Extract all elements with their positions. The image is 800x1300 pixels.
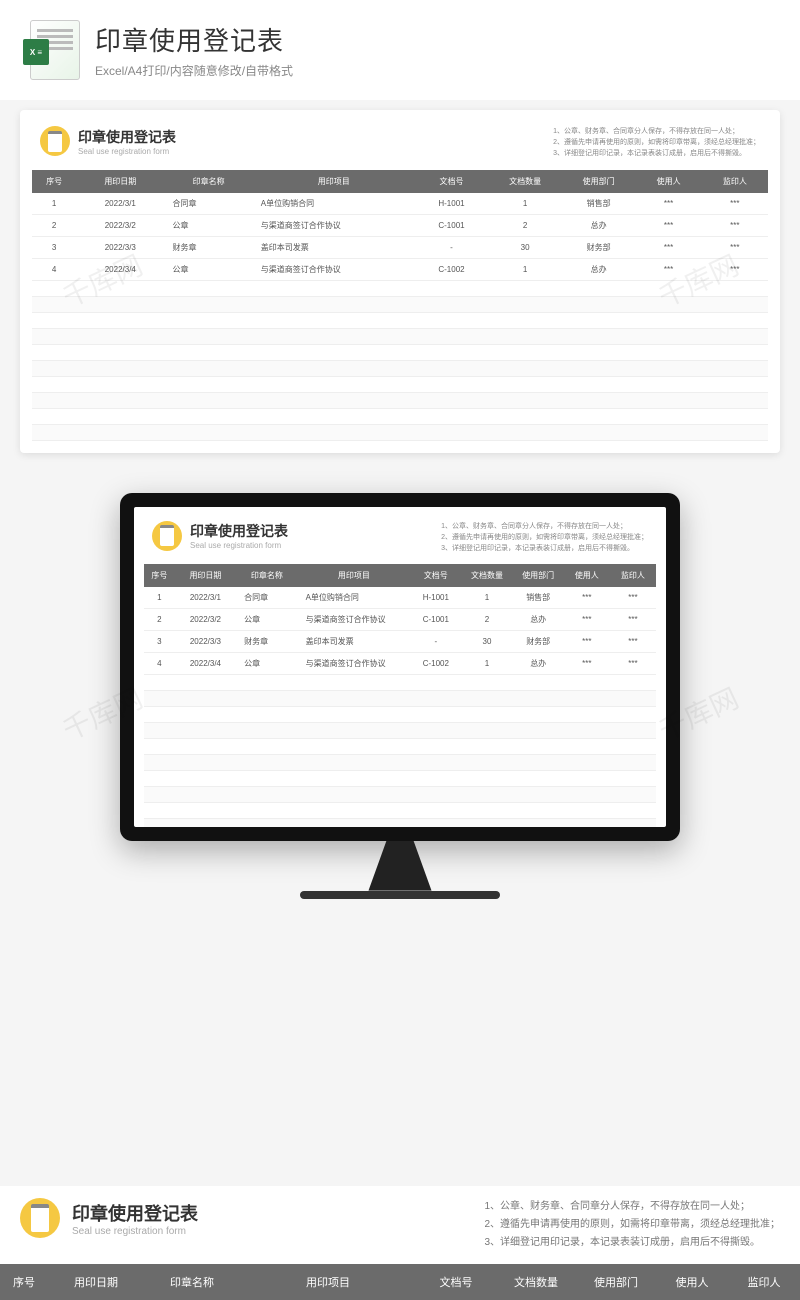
monitor-bezel: 印章使用登记表 Seal use registration form 1、公章、… bbox=[120, 493, 680, 841]
table-row-empty bbox=[144, 803, 656, 819]
table-row-empty bbox=[32, 376, 768, 392]
table-row: 42022/3/4公章与渠道商签订合作协议C-10021总办****** bbox=[32, 258, 768, 280]
table-row-empty bbox=[32, 424, 768, 440]
excel-badge-icon: X ≡ bbox=[23, 39, 49, 65]
table-row-empty bbox=[144, 787, 656, 803]
doc-title: 印章使用登记表 bbox=[78, 127, 176, 147]
doc-header: 印章使用登记表 Seal use registration form 1、公章、… bbox=[32, 122, 768, 170]
table-row-empty bbox=[144, 771, 656, 787]
table-row-empty bbox=[32, 328, 768, 344]
table-row-empty bbox=[32, 408, 768, 424]
strip-title: 印章使用登记表 bbox=[72, 1200, 198, 1226]
table-row: 32022/3/3财务章盖印本司发票-30财务部****** bbox=[32, 236, 768, 258]
doc-subtitle: Seal use registration form bbox=[78, 147, 176, 156]
table-row: 22022/3/2公章与渠道商签订合作协议C-10012总办****** bbox=[144, 609, 656, 631]
table-row-empty bbox=[32, 296, 768, 312]
bottom-strip: 印章使用登记表 Seal use registration form 1、公章、… bbox=[0, 1186, 800, 1300]
table-row-empty bbox=[144, 723, 656, 739]
strip-subtitle: Seal use registration form bbox=[72, 1226, 198, 1237]
table-row: 42022/3/4公章与渠道商签订合作协议C-10021总办****** bbox=[144, 653, 656, 675]
table-body-1: 12022/3/1合同章A单位购销合同H-10011销售部******22022… bbox=[32, 193, 768, 441]
doc-notes: 1、公章、财务章、合同章分人保存，不得存放在同一人处； 2、遵循先申请再使用的原… bbox=[441, 521, 648, 555]
excel-file-icon: X ≡ bbox=[30, 20, 80, 80]
banner-text: 印章使用登记表 Excel/A4打印/内容随意修改/自带格式 bbox=[95, 21, 770, 79]
table-row: 32022/3/3财务章盖印本司发票-30财务部****** bbox=[144, 631, 656, 653]
clipboard-icon bbox=[20, 1198, 60, 1238]
table-row-empty bbox=[32, 312, 768, 328]
table-row-empty bbox=[32, 344, 768, 360]
clipboard-icon bbox=[152, 521, 182, 551]
seal-table: 序号 用印日期 印章名称 用印项目 文档号 文档数量 使用部门 使用人 监印人 … bbox=[32, 170, 768, 441]
strip-notes: 1、公章、财务章、合同章分人保存，不得存放在同一人处； 2、遵循先申请再使用的原… bbox=[484, 1198, 780, 1252]
table-row-empty bbox=[144, 739, 656, 755]
table-row-empty bbox=[144, 691, 656, 707]
table-row-empty bbox=[32, 360, 768, 376]
doc-title: 印章使用登记表 bbox=[190, 521, 288, 541]
note-line: 2、遵循先申请再使用的原则，如需将印章带离，须经总经理批准； bbox=[553, 137, 760, 148]
col-doc: 文档号 bbox=[415, 170, 489, 193]
monitor-mockup: 印章使用登记表 Seal use registration form 1、公章、… bbox=[120, 493, 680, 899]
table-header-row: 序号 用印日期 印章名称 用印项目 文档号 文档数量 使用部门 使用人 监印人 bbox=[32, 170, 768, 193]
banner-title: 印章使用登记表 bbox=[95, 21, 770, 58]
monitor-base bbox=[300, 891, 500, 899]
col-seq: 序号 bbox=[32, 170, 76, 193]
preview-card-flat: 印章使用登记表 Seal use registration form 1、公章、… bbox=[20, 110, 780, 453]
top-banner: X ≡ 印章使用登记表 Excel/A4打印/内容随意修改/自带格式 bbox=[0, 0, 800, 100]
doc-subtitle: Seal use registration form bbox=[190, 541, 288, 550]
table-row-empty bbox=[144, 707, 656, 723]
monitor-stand bbox=[355, 841, 445, 891]
table-row-empty bbox=[144, 755, 656, 771]
note-line: 3、详细登记用印记录，本记录表装订成册，启用后不得撕毁。 bbox=[553, 148, 760, 159]
col-sup: 监印人 bbox=[702, 170, 768, 193]
table-row-empty bbox=[144, 819, 656, 827]
seal-table-monitor: 序号 用印日期 印章名称 用印项目 文档号 文档数量 使用部门 使用人 监印人 … bbox=[144, 564, 656, 826]
note-line: 1、公章、财务章、合同章分人保存，不得存放在同一人处； bbox=[553, 126, 760, 137]
doc-notes: 1、公章、财务章、合同章分人保存，不得存放在同一人处； 2、遵循先申请再使用的原… bbox=[553, 126, 760, 160]
col-date: 用印日期 bbox=[76, 170, 164, 193]
table-row: 12022/3/1合同章A单位购销合同H-10011销售部****** bbox=[32, 193, 768, 215]
col-seal: 印章名称 bbox=[164, 170, 252, 193]
doc-title-wrap: 印章使用登记表 Seal use registration form bbox=[40, 126, 176, 156]
col-qty: 文档数量 bbox=[488, 170, 562, 193]
clipboard-icon bbox=[40, 126, 70, 156]
strip-header: 印章使用登记表 Seal use registration form 1、公章、… bbox=[0, 1186, 800, 1264]
col-dept: 使用部门 bbox=[562, 170, 636, 193]
col-item: 用印项目 bbox=[253, 170, 415, 193]
banner-subtitle: Excel/A4打印/内容随意修改/自带格式 bbox=[95, 62, 770, 79]
table-row-empty bbox=[144, 675, 656, 691]
table-row-empty bbox=[32, 392, 768, 408]
table-row: 22022/3/2公章与渠道商签订合作协议C-10012总办****** bbox=[32, 214, 768, 236]
strip-table-header: 序号 用印日期 印章名称 用印项目 文档号 文档数量 使用部门 使用人 监印人 bbox=[0, 1264, 800, 1300]
table-row-empty bbox=[32, 280, 768, 296]
col-user: 使用人 bbox=[635, 170, 701, 193]
table-body-2: 12022/3/1合同章A单位购销合同H-10011销售部******22022… bbox=[144, 587, 656, 826]
table-row: 12022/3/1合同章A单位购销合同H-10011销售部****** bbox=[144, 587, 656, 609]
monitor-screen: 印章使用登记表 Seal use registration form 1、公章、… bbox=[134, 507, 666, 827]
